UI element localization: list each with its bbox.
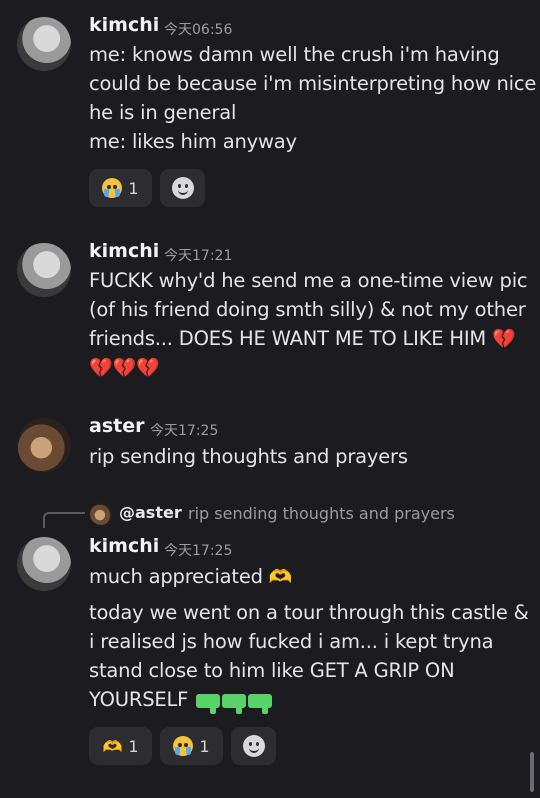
- avatar-kimchi[interactable]: [17, 243, 71, 297]
- message-line: me: knows damn well the crush i'm having: [89, 43, 500, 66]
- reaction-heart-hands[interactable]: 🫶 1: [89, 727, 152, 765]
- message-line-text: much appreciated: [89, 565, 263, 588]
- add-reaction-button[interactable]: [231, 727, 276, 765]
- broken-heart-icon: 💔: [492, 328, 516, 350]
- message-line: 💔💔💔: [89, 356, 160, 379]
- reply-username[interactable]: @aster: [119, 503, 182, 522]
- timestamp: 今天17:21: [164, 248, 233, 264]
- scrollbar[interactable]: [530, 752, 534, 792]
- message-line-text: friends... DOES HE WANT ME TO LIKE HIM: [89, 327, 487, 350]
- heart-hands-icon: 🫶: [268, 566, 293, 588]
- message-line-text: YOURSELF: [89, 688, 189, 711]
- author-name[interactable]: kimchi: [89, 240, 159, 262]
- timestamp: 今天06:56: [164, 22, 233, 38]
- reaction-count: 1: [128, 736, 139, 756]
- author-name[interactable]: kimchi: [89, 14, 159, 36]
- message-line: could be because i'm misinterpreting how…: [89, 72, 537, 95]
- message-line: stand close to him like GET A GRIP ON: [89, 659, 455, 682]
- reply-avatar[interactable]: [90, 503, 112, 525]
- author-name[interactable]: aster: [89, 415, 144, 437]
- timestamp: 今天17:25: [150, 423, 219, 439]
- heart-hands-icon: 🫶: [102, 736, 123, 756]
- message-line: (of his friend doing smth silly) & not m…: [89, 298, 526, 321]
- loudly-crying-face-icon: [173, 736, 194, 756]
- message-line: i realised js how fucked i am... i kept …: [89, 630, 494, 653]
- add-reaction-icon: [242, 735, 265, 757]
- message-line: friends... DOES HE WANT ME TO LIKE HIM 💔: [89, 327, 516, 350]
- message-line: much appreciated 🫶: [89, 565, 293, 588]
- reaction-count: 1: [128, 178, 139, 198]
- message-line: me: likes him anyway: [89, 130, 297, 153]
- reaction-crying[interactable]: 1: [160, 727, 223, 765]
- reply-preview[interactable]: rip sending thoughts and prayers: [188, 504, 455, 523]
- reaction-count: 1: [199, 736, 210, 756]
- avatar-aster[interactable]: [17, 418, 71, 472]
- avatar-kimchi[interactable]: [17, 17, 71, 71]
- broken-heart-icon: 💔: [112, 357, 136, 379]
- loudly-crying-face-icon: [102, 178, 123, 198]
- water-pistol-icon: [222, 693, 247, 714]
- reaction-crying[interactable]: 1: [89, 169, 152, 207]
- broken-heart-icon: 💔: [89, 357, 113, 379]
- message-line: he is in general: [89, 101, 237, 124]
- water-pistol-icon: [248, 693, 273, 714]
- message-line: FUCKK why'd he send me a one-time view p…: [89, 269, 528, 292]
- broken-heart-icon: 💔: [135, 357, 160, 379]
- message-line: YOURSELF: [89, 688, 273, 714]
- add-reaction-button[interactable]: [160, 169, 205, 207]
- message-line: today we went on a tour through this cas…: [89, 601, 529, 624]
- add-reaction-icon: [171, 177, 194, 199]
- message-line: rip sending thoughts and prayers: [89, 445, 408, 468]
- timestamp: 今天17:25: [164, 543, 233, 559]
- author-name[interactable]: kimchi: [89, 535, 159, 557]
- reply-connector: [43, 512, 85, 528]
- water-pistol-icon: [196, 693, 221, 714]
- avatar-kimchi[interactable]: [17, 537, 71, 591]
